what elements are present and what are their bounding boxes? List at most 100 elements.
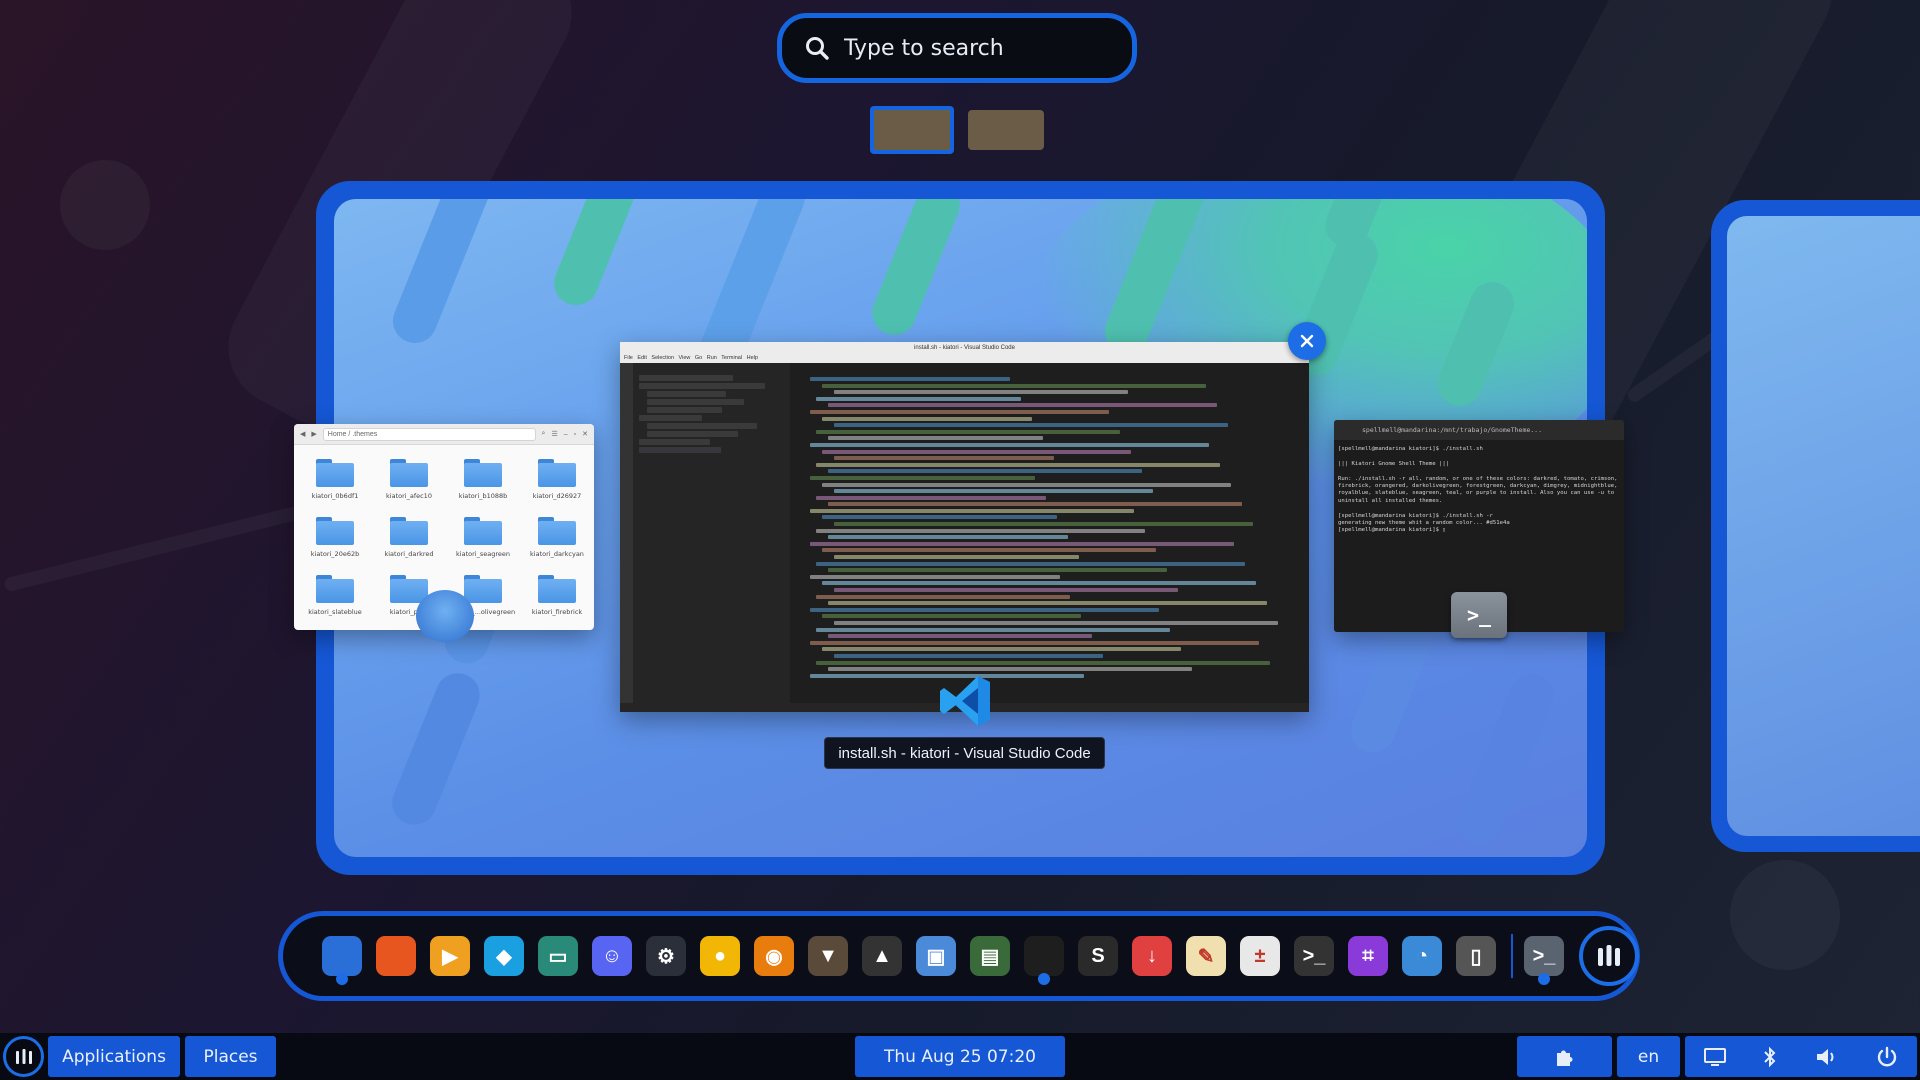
search-input[interactable] <box>842 34 1106 62</box>
guake-icon: >_ <box>1294 936 1334 976</box>
code-line <box>810 377 1010 381</box>
back-icon[interactable]: ◀ <box>300 430 305 438</box>
folder-item[interactable]: kiatori_d26927 <box>520 453 594 511</box>
folder-item[interactable]: kiatori_firebrick <box>520 569 594 627</box>
files-app-icon <box>416 590 474 642</box>
code-line <box>816 561 1246 566</box>
code-line <box>816 660 1271 665</box>
background-line <box>3 501 317 593</box>
dock-item-gimp[interactable]: ▼ <box>803 929 853 983</box>
workspace-thumbnail[interactable] <box>968 110 1044 150</box>
folder-item[interactable]: kiatori_darkred <box>372 511 446 569</box>
folder-icon <box>390 459 428 487</box>
vscode-app-icon <box>940 676 990 726</box>
code-line <box>834 489 1154 494</box>
workspace-thumbnail-active[interactable] <box>870 106 954 154</box>
wallpaper <box>1727 216 1920 836</box>
folder-item[interactable]: kiatori_b1088b <box>446 453 520 511</box>
path-bar[interactable]: Home / .themes <box>322 427 536 441</box>
dock-item-discord[interactable]: ☺ <box>587 929 637 983</box>
dock-item-kodi[interactable]: ◆ <box>479 929 529 983</box>
code-line <box>834 456 1054 461</box>
code-line <box>834 423 1229 428</box>
dock-item-image-viewer[interactable]: ▣ <box>911 929 961 983</box>
close-icon <box>1300 334 1314 348</box>
explorer-sidebar[interactable] <box>633 363 790 703</box>
menu-icon[interactable]: ☰ <box>551 430 557 438</box>
calculator-icon: ± <box>1240 936 1280 976</box>
close-window-button[interactable] <box>1288 322 1326 360</box>
show-applications-button[interactable] <box>1579 926 1639 986</box>
kodi-icon: ◆ <box>484 936 524 976</box>
dock-item-blender[interactable]: ◉ <box>749 929 799 983</box>
code-line <box>810 541 1235 546</box>
code-line <box>828 535 1068 540</box>
code-line <box>822 647 1182 652</box>
code-line <box>822 548 1157 553</box>
vscode-icon <box>1024 936 1064 976</box>
folder-item[interactable]: kiatori_slateblue <box>298 569 372 627</box>
dock-item-downloader[interactable]: ↓ <box>1127 929 1177 983</box>
dock-item-terminal[interactable]: >_ <box>1519 929 1569 985</box>
folder-item[interactable]: kiatori_darkcyan <box>520 511 594 569</box>
applications-menu[interactable]: Applications <box>48 1036 180 1077</box>
sublime-text-icon: S <box>1078 936 1118 976</box>
search-icon[interactable]: ⌕ <box>542 430 546 438</box>
text-editor-icon: ✎ <box>1186 936 1226 976</box>
terminal-icon: >_ <box>1524 936 1564 976</box>
dock-item-vscode[interactable] <box>1019 929 1069 985</box>
files-icon <box>322 936 362 976</box>
disk-usage-icon: ◔ <box>1402 936 1442 976</box>
background-node <box>1730 860 1840 970</box>
activities-button[interactable] <box>3 1036 44 1077</box>
volume-icon <box>1816 1048 1834 1065</box>
dock-item-text-editor[interactable]: ✎ <box>1181 929 1231 983</box>
code-line <box>810 409 1110 414</box>
dock-item-inkscape[interactable]: ▲ <box>857 929 907 983</box>
workspace-next[interactable] <box>1711 200 1920 852</box>
bluetooth-icon <box>1764 1046 1776 1067</box>
dock-item-guake[interactable]: >_ <box>1289 929 1339 983</box>
dock-item-system-monitor[interactable]: ▤ <box>965 929 1015 983</box>
dock-item-calculator[interactable]: ± <box>1235 929 1285 983</box>
maximize-icon[interactable]: ▫ <box>574 431 576 438</box>
keyboard-language[interactable]: en <box>1617 1036 1680 1077</box>
search-bar[interactable] <box>777 13 1137 83</box>
code-editor[interactable] <box>790 363 1309 703</box>
dock-item-usb-creator[interactable]: ▯ <box>1451 929 1501 983</box>
folder-icon <box>464 575 502 603</box>
lutris-icon: ● <box>700 936 740 976</box>
vscode-window[interactable]: install.sh - kiatori - Visual Studio Cod… <box>620 342 1309 712</box>
folder-item[interactable]: kiatori_afec10 <box>372 453 446 511</box>
code-line <box>822 449 1132 454</box>
places-menu[interactable]: Places <box>185 1036 276 1077</box>
folder-item[interactable]: kiatori_20e62b <box>298 511 372 569</box>
code-line <box>810 442 1210 447</box>
folder-item[interactable]: kiatori_0b6df1 <box>298 453 372 511</box>
dock-item-virtualbox[interactable]: ▭ <box>533 929 583 983</box>
extensions-button[interactable] <box>1517 1036 1612 1077</box>
dock-item-firefox[interactable] <box>371 929 421 983</box>
code-line <box>834 522 1254 527</box>
folder-item[interactable]: kiatori_seagreen <box>446 511 520 569</box>
minimize-icon[interactable]: – <box>564 431 568 438</box>
code-line <box>816 594 1071 599</box>
running-indicator <box>1038 973 1050 985</box>
code-line <box>822 614 1082 619</box>
dock-item-media-player[interactable]: ▶ <box>425 929 475 983</box>
forward-icon[interactable]: ▶ <box>311 430 316 438</box>
system-menu[interactable] <box>1685 1036 1917 1077</box>
dock-item-lutris[interactable]: ● <box>695 929 745 983</box>
code-line <box>822 416 1032 421</box>
close-icon[interactable]: ✕ <box>582 430 588 438</box>
clock[interactable]: Thu Aug 25 07:20 <box>855 1036 1065 1077</box>
dock-item-screenshot[interactable]: ⌗ <box>1343 929 1393 983</box>
dock-item-disk-usage[interactable]: ◔ <box>1397 929 1447 983</box>
terminal-output[interactable]: [spellmell@mandarina kiatori]$ ./install… <box>1334 440 1624 541</box>
activity-bar[interactable] <box>620 363 633 703</box>
code-line <box>828 502 1243 507</box>
dock-item-files[interactable] <box>317 929 367 985</box>
code-line <box>834 653 1104 658</box>
dock-item-steam[interactable]: ⚙ <box>641 929 691 983</box>
dock-item-sublime-text[interactable]: S <box>1073 929 1123 983</box>
